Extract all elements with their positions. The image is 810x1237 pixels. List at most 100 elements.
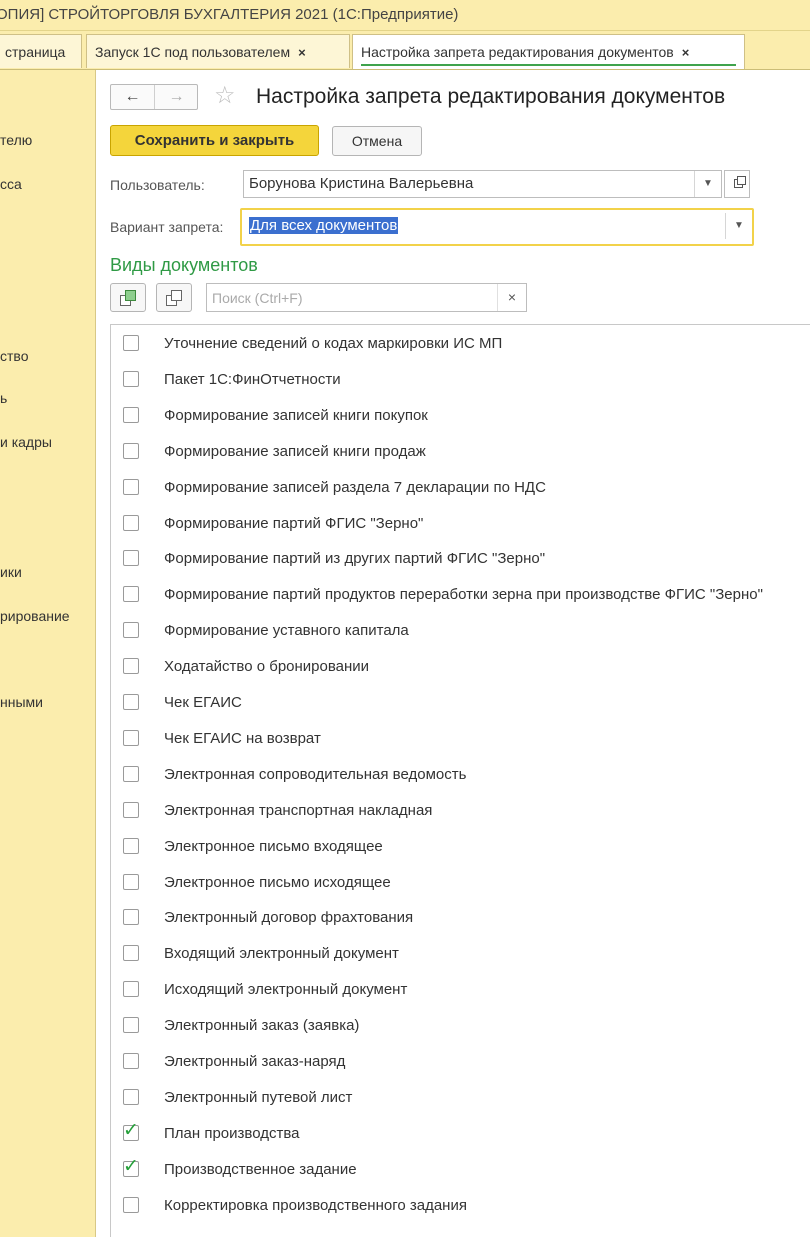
tab-label: Запуск 1С под пользователем	[95, 44, 291, 60]
checkbox[interactable]	[123, 945, 139, 962]
checkbox[interactable]: ✓	[123, 1120, 139, 1141]
arrow-right-icon[interactable]: →	[155, 85, 198, 109]
list-item[interactable]: Электронное письмо входящее	[111, 829, 810, 865]
list-item-label: Производственное задание	[164, 1160, 357, 1178]
checkbox[interactable]	[123, 478, 139, 495]
sidebar: телю сса ство ь и кадры ики рирование нн…	[0, 70, 96, 1237]
variant-field[interactable]: Для всех документов ▼	[240, 208, 754, 246]
sidebar-item[interactable]: ь	[0, 390, 7, 406]
checkbox[interactable]	[123, 729, 139, 746]
list-item-label: Формирование партий ФГИС "Зерно"	[164, 514, 424, 532]
search-input[interactable]	[210, 286, 499, 310]
checkmark-icon: ✓	[123, 1119, 139, 1141]
checkbox[interactable]	[123, 1053, 139, 1069]
cancel-button[interactable]: Отмена	[332, 126, 422, 156]
checkbox[interactable]	[123, 622, 139, 639]
close-icon[interactable]: ×	[682, 45, 690, 60]
sidebar-item[interactable]: телю	[0, 132, 32, 148]
checkbox[interactable]	[123, 550, 139, 567]
sidebar-item[interactable]: рирование	[0, 608, 70, 624]
checkbox[interactable]	[123, 909, 139, 926]
checkbox[interactable]	[123, 658, 139, 675]
window-title: ОПИЯ] СТРОЙТОРГОВЛЯ БУХГАЛТЕРИЯ 2021 (1С…	[0, 6, 459, 23]
tab-label: Настройка запрета редактирования докумен…	[361, 44, 674, 60]
list-item[interactable]: Формирование партий из других партий ФГИ…	[111, 541, 810, 577]
checkbox[interactable]	[123, 801, 139, 818]
checkbox[interactable]	[123, 514, 139, 531]
list-item[interactable]: Ходатайство о бронировании	[111, 649, 810, 685]
sidebar-item[interactable]: нными	[0, 694, 43, 710]
list-item-label: Ходатайство о бронировании	[164, 658, 370, 676]
document-types-list: Уточнение сведений о кодах маркировки ИС…	[110, 324, 810, 1237]
uncheck-all-icon[interactable]	[156, 283, 192, 312]
sidebar-item[interactable]: сса	[0, 176, 22, 192]
list-item[interactable]: Электронный путевой лист	[111, 1080, 810, 1116]
list-item[interactable]: Электронный заказ-наряд	[111, 1044, 810, 1080]
save-and-close-button[interactable]: Сохранить и закрыть	[110, 125, 319, 156]
list-item[interactable]: Исходящий электронный документ	[111, 972, 810, 1008]
list-item[interactable]: Электронный заказ (заявка)	[111, 1008, 810, 1044]
close-icon[interactable]: ×	[298, 45, 306, 60]
list-item[interactable]: ✓ Производственное задание	[111, 1152, 810, 1188]
checkbox[interactable]	[123, 1196, 139, 1213]
list-item[interactable]: Пакет 1С:ФинОтчетности	[111, 362, 810, 398]
chevron-down-icon[interactable]: ▼	[694, 171, 721, 197]
list-item-label: Электронный договор фрахтования	[164, 909, 414, 927]
sidebar-item[interactable]: ство	[0, 348, 28, 364]
list-item-label: Формирование партий продуктов переработк…	[164, 586, 763, 604]
list-item[interactable]: Формирование записей книги продаж	[111, 434, 810, 470]
checkbox[interactable]	[123, 873, 139, 890]
list-item[interactable]: ✓ План производства	[111, 1116, 810, 1152]
search-box[interactable]: ×	[206, 283, 527, 312]
checkmark-icon: ✓	[123, 1155, 139, 1177]
arrow-left-icon[interactable]: ←	[111, 85, 155, 109]
checkbox[interactable]	[123, 442, 139, 459]
checkbox[interactable]	[123, 694, 139, 710]
list-item[interactable]: Корректировка производственного задания	[111, 1188, 810, 1224]
list-item-label: Электронный путевой лист	[164, 1088, 353, 1106]
checkbox[interactable]	[123, 586, 139, 603]
list-item[interactable]: Электронная транспортная накладная	[111, 793, 810, 829]
star-icon[interactable]: ☆	[214, 83, 236, 109]
clear-icon[interactable]: ×	[497, 284, 526, 311]
tab-home[interactable]: страница	[0, 34, 82, 68]
list-item[interactable]: Чек ЕГАИС на возврат	[111, 721, 810, 757]
list-item-label: Электронное письмо входящее	[164, 837, 383, 855]
list-item[interactable]: Формирование записей книги покупок	[111, 398, 810, 434]
user-label: Пользователь:	[110, 177, 205, 193]
list-item[interactable]: Входящий электронный документ	[111, 936, 810, 972]
list-item-label: Пакет 1С:ФинОтчетности	[164, 370, 341, 388]
list-item[interactable]: Уточнение сведений о кодах маркировки ИС…	[111, 326, 810, 362]
checkbox[interactable]	[123, 765, 139, 782]
list-item-label: Исходящий электронный документ	[164, 981, 408, 999]
tab-edit-ban-settings[interactable]: Настройка запрета редактирования докумен…	[352, 34, 745, 69]
checkbox[interactable]	[123, 406, 139, 423]
list-item[interactable]: Электронная сопроводительная ведомость	[111, 757, 810, 793]
list-item[interactable]: Электронный договор фрахтования	[111, 900, 810, 936]
checkbox[interactable]	[123, 981, 139, 998]
checkbox[interactable]	[123, 1088, 139, 1105]
list-item[interactable]: Формирование партий ФГИС "Зерно"	[111, 506, 810, 542]
sidebar-item[interactable]: ики	[0, 564, 22, 580]
tab-user-launch[interactable]: Запуск 1С под пользователем ×	[86, 34, 350, 68]
list-item[interactable]: Формирование уставного капитала	[111, 613, 810, 649]
list-item[interactable]: Формирование партий продуктов переработк…	[111, 577, 810, 613]
open-icon[interactable]	[724, 170, 750, 198]
list-item[interactable]: Чек ЕГАИС	[111, 685, 810, 721]
user-field[interactable]: Борунова Кристина Валерьевна ▼	[243, 170, 722, 198]
check-all-icon[interactable]	[110, 283, 146, 312]
checkbox[interactable]	[123, 370, 139, 387]
chevron-down-icon[interactable]: ▼	[725, 213, 752, 239]
checkbox[interactable]	[123, 837, 139, 854]
sidebar-item[interactable]: и кадры	[0, 434, 52, 450]
variant-label: Вариант запрета:	[110, 219, 224, 235]
checkbox[interactable]	[123, 335, 139, 351]
list-item[interactable]: Формирование записей раздела 7 деклараци…	[111, 470, 810, 506]
navigation-buttons: ← →	[110, 84, 198, 110]
list-item-label: Электронный заказ (заявка)	[164, 1017, 360, 1035]
variant-value: Для всех документов	[249, 217, 399, 234]
checkbox[interactable]	[123, 1017, 139, 1034]
checkbox[interactable]: ✓	[123, 1156, 139, 1177]
page-title: Настройка запрета редактирования докумен…	[256, 85, 726, 108]
list-item[interactable]: Электронное письмо исходящее	[111, 865, 810, 901]
